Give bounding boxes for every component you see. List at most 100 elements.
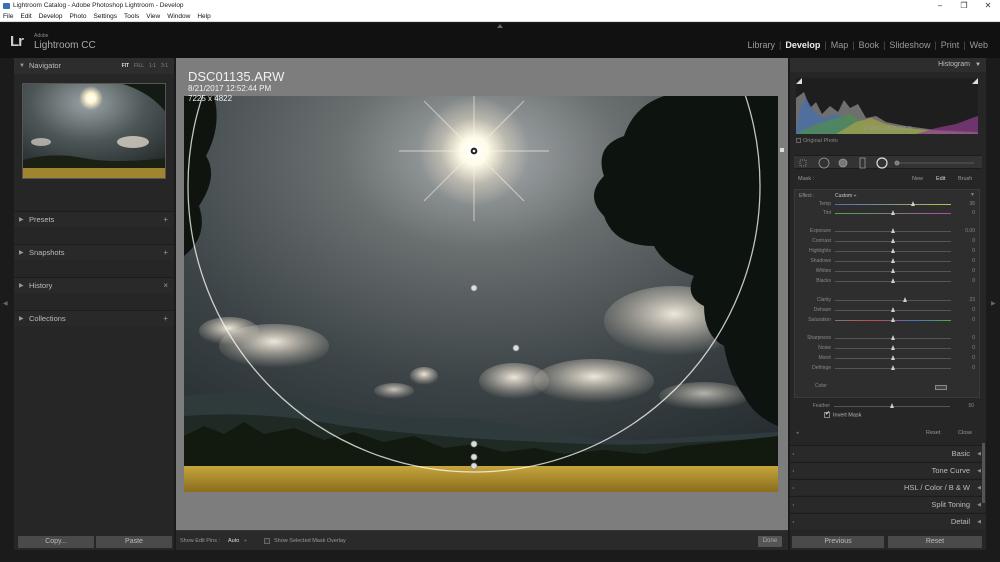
tint-slider[interactable]: Tint 0 — [795, 209, 981, 218]
whites-slider[interactable]: Whites 0 — [795, 267, 981, 276]
histogram-header[interactable]: Histogram ▼ — [790, 58, 986, 72]
split-toning-section[interactable]: ◂ Split Toning ◀ — [790, 496, 986, 512]
effect-preset-select[interactable]: Custom ÷ — [835, 193, 856, 199]
shadows-value[interactable]: 0 — [972, 257, 975, 266]
edit-pins-select[interactable]: Auto — [228, 531, 239, 551]
panel-switch-icon[interactable]: ◂ — [792, 480, 794, 496]
module-book[interactable]: Book — [855, 40, 884, 50]
menu-tools[interactable]: Tools — [124, 12, 139, 21]
temp-value[interactable]: 36 — [969, 200, 975, 209]
whites-knob[interactable] — [890, 268, 895, 273]
menu-file[interactable]: File — [3, 12, 13, 21]
noise-knob[interactable] — [890, 345, 895, 350]
collapse-top-arrow-icon[interactable] — [490, 23, 510, 29]
menu-photo[interactable]: Photo — [70, 12, 87, 21]
effect-collapse-icon[interactable]: ▼ — [970, 192, 975, 198]
dehaze-value[interactable]: 0 — [972, 306, 975, 315]
clarity-knob[interactable] — [903, 297, 908, 302]
reset-button[interactable]: Reset — [888, 536, 982, 548]
exposure-value[interactable]: 0.00 — [965, 227, 975, 236]
module-map[interactable]: Map — [827, 40, 853, 50]
exposure-slider[interactable]: Exposure 0.00 — [795, 227, 981, 236]
temp-knob[interactable] — [911, 201, 916, 206]
noise-slider[interactable]: Noise 0 — [795, 344, 981, 353]
temp-track[interactable] — [835, 204, 951, 205]
collections-section[interactable]: ▶ Collections + — [14, 310, 174, 326]
navigator-preview[interactable] — [22, 83, 166, 179]
close-button[interactable]: ✕ — [976, 0, 1000, 12]
mask-edit[interactable]: Edit — [936, 176, 945, 182]
module-develop[interactable]: Develop — [781, 40, 824, 50]
presets-section[interactable]: ▶ Presets + — [14, 211, 174, 227]
tint-value[interactable]: 0 — [972, 209, 975, 218]
moir-slider[interactable]: Moiré 0 — [795, 354, 981, 363]
highlights-knob[interactable] — [890, 248, 895, 253]
module-library[interactable]: Library — [743, 40, 779, 50]
blacks-slider[interactable]: Blacks 0 — [795, 277, 981, 286]
menu-develop[interactable]: Develop — [39, 12, 63, 21]
invert-mask-checkbox[interactable] — [824, 410, 830, 418]
add-snapshot-icon[interactable]: + — [163, 245, 168, 261]
module-slideshow[interactable]: Slideshow — [885, 40, 934, 50]
hsl-section[interactable]: ◂ HSL / Color / B & W ◀ — [790, 479, 986, 495]
panel-switch-icon[interactable]: ◂ — [792, 463, 794, 479]
mask-close-button[interactable]: Close — [958, 430, 972, 436]
right-panel-collapse-icon[interactable]: ▶ — [991, 300, 996, 307]
panel-switch-icon[interactable]: ◂ — [792, 446, 794, 462]
basic-section[interactable]: ◂ Basic ◀ — [790, 445, 986, 461]
invert-mask-toggle[interactable]: Invert Mask — [824, 410, 861, 418]
clarity-value[interactable]: 23 — [969, 296, 975, 305]
sharpness-knob[interactable] — [890, 335, 895, 340]
shadows-knob[interactable] — [890, 258, 895, 263]
clarity-track[interactable] — [835, 300, 951, 301]
contrast-knob[interactable] — [890, 238, 895, 243]
clear-history-icon[interactable]: × — [163, 278, 168, 294]
mask-overlay-checkbox[interactable] — [264, 538, 270, 544]
blacks-value[interactable]: 0 — [972, 277, 975, 286]
maximize-button[interactable]: ❐ — [952, 0, 976, 12]
minimize-button[interactable]: – — [928, 0, 952, 12]
clarity-slider[interactable]: Clarity 23 — [795, 296, 981, 305]
menu-edit[interactable]: Edit — [20, 12, 31, 21]
history-section[interactable]: ▶ History × — [14, 277, 174, 293]
copy-button[interactable]: Copy... — [18, 536, 94, 548]
menu-window[interactable]: Window — [167, 12, 190, 21]
image-canvas[interactable]: DSC01135.ARW 8/21/2017 12:52:44 PM 7225 … — [176, 58, 788, 530]
blacks-knob[interactable] — [890, 278, 895, 283]
whites-value[interactable]: 0 — [972, 267, 975, 276]
sharpness-value[interactable]: 0 — [972, 334, 975, 343]
add-preset-icon[interactable]: + — [163, 212, 168, 228]
exposure-knob[interactable] — [890, 228, 895, 233]
detail-section[interactable]: ◂ Detail ◀ — [790, 513, 986, 529]
moir-value[interactable]: 0 — [972, 354, 975, 363]
mask-brush[interactable]: Brush — [958, 176, 972, 182]
mask-reset-button[interactable]: Reset — [926, 430, 940, 436]
left-panel-collapse-icon[interactable]: ◀ — [3, 300, 8, 307]
feather-knob[interactable] — [889, 403, 894, 408]
defringe-value[interactable]: 0 — [972, 364, 975, 373]
sharpness-slider[interactable]: Sharpness 0 — [795, 334, 981, 343]
add-collection-icon[interactable]: + — [163, 311, 168, 327]
previous-button[interactable]: Previous — [792, 536, 884, 548]
radial-filter-handle[interactable] — [780, 148, 784, 152]
panel-switch-icon[interactable]: ◂ — [792, 514, 794, 530]
mask-new[interactable]: New — [912, 176, 923, 182]
zoom-fill[interactable]: FILL — [134, 58, 144, 74]
photo[interactable] — [184, 96, 778, 492]
tone-curve-section[interactable]: ◂ Tone Curve ◀ — [790, 462, 986, 478]
dehaze-slider[interactable]: Dehaze 0 — [795, 306, 981, 315]
panel-toggle-icon[interactable]: ◂ — [796, 430, 799, 436]
snapshots-section[interactable]: ▶ Snapshots + — [14, 244, 174, 260]
saturation-value[interactable]: 0 — [972, 316, 975, 325]
menu-help[interactable]: Help — [197, 12, 210, 21]
zoom-1-1[interactable]: 1:1 — [149, 58, 156, 74]
color-swatch[interactable] — [935, 385, 947, 390]
contrast-slider[interactable]: Contrast 0 — [795, 237, 981, 246]
saturation-knob[interactable] — [890, 317, 895, 322]
tint-knob[interactable] — [890, 210, 895, 215]
feather-value[interactable]: 50 — [968, 402, 974, 411]
contrast-value[interactable]: 0 — [972, 237, 975, 246]
original-photo-toggle[interactable]: Original Photo — [796, 138, 838, 144]
defringe-knob[interactable] — [890, 365, 895, 370]
navigator-header[interactable]: ▼ Navigator FIT FILL 1:1 3:1 — [14, 58, 174, 74]
